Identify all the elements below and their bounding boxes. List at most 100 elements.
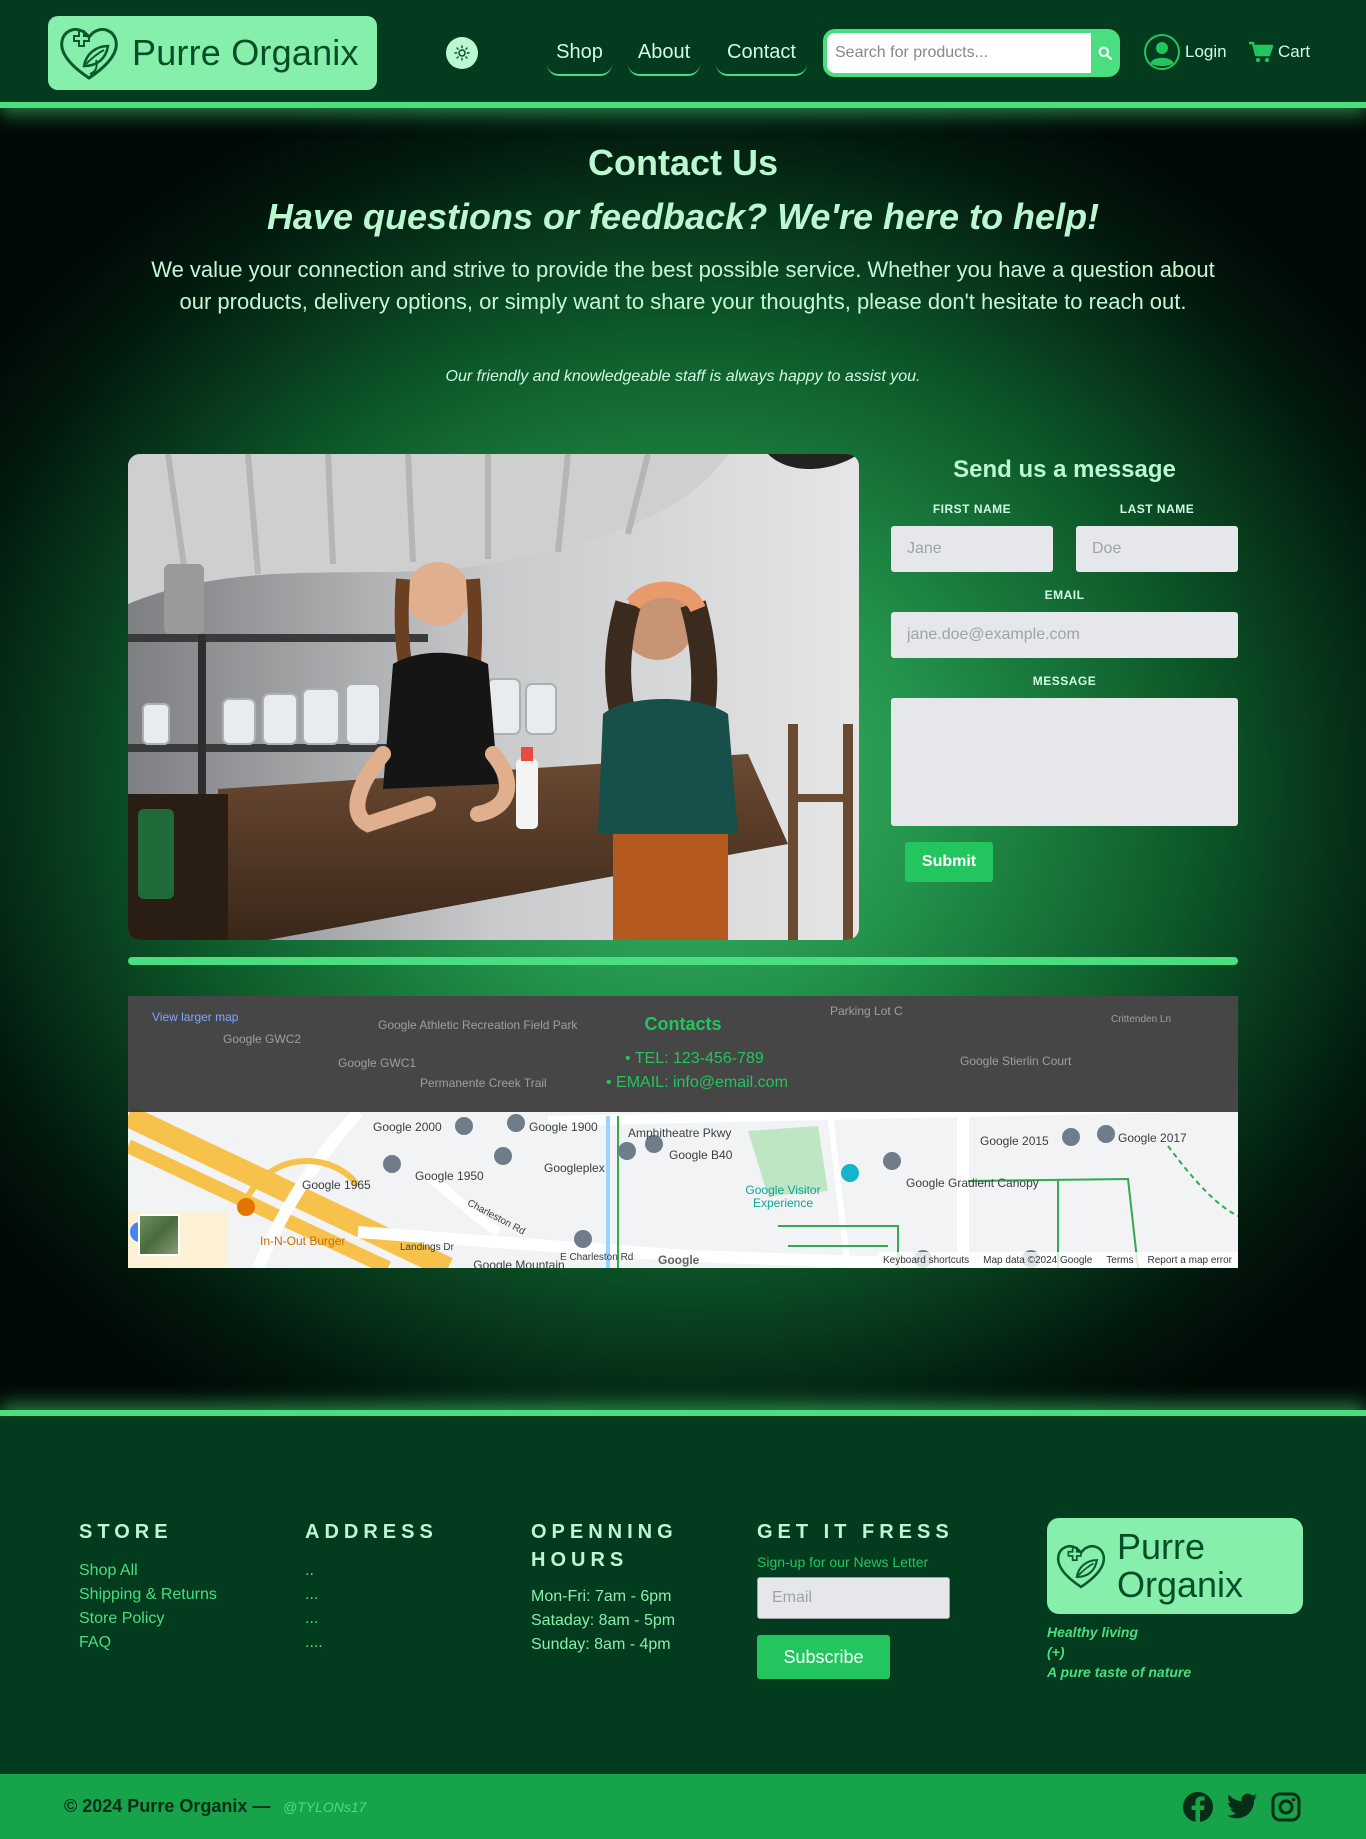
site-header: Purre Organix Shop About Contact Search … — [0, 0, 1366, 108]
map-label-amphitheatre: Amphitheatre Pkwy — [628, 1126, 732, 1140]
contact-section: Contact Us Have questions or feedback? W… — [0, 108, 1366, 1410]
cart-label: Cart — [1278, 42, 1311, 61]
nav-about[interactable]: About — [628, 34, 700, 76]
login-label: Login — [1185, 42, 1227, 61]
site-footer: STORE Shop All Shipping & Returns Store … — [0, 1410, 1366, 1774]
store-heading: STORE — [79, 1521, 173, 1543]
footer-link-faq[interactable]: FAQ — [79, 1634, 111, 1652]
map-label-google-b40: Google B40 — [669, 1148, 733, 1162]
map-data-credit: Map data ©2024 Google — [983, 1254, 1093, 1266]
copyright-bar: © 2024 Purre Organix — @TYLONs17 — [0, 1774, 1366, 1839]
search-bar — [823, 29, 1120, 77]
tagline-line-1: Healthy living — [1047, 1624, 1139, 1640]
map-label-google-2000: Google 2000 — [373, 1120, 442, 1134]
nav-shop[interactable]: Shop — [547, 34, 612, 76]
map-label-googleplex: Googleplex — [544, 1161, 605, 1175]
tagline-line-2: (+) — [1047, 1644, 1065, 1660]
google-logo: Google — [658, 1253, 700, 1267]
footer-brand-name: Purre Organix — [1117, 1526, 1244, 1605]
map-label-landings-dr: Landings Dr — [400, 1242, 454, 1253]
map-label-google-1950: Google 1950 — [415, 1169, 484, 1183]
map-contacts-title: Contacts — [644, 1014, 722, 1034]
shop-photo — [128, 454, 859, 940]
map-layer-toggle[interactable] — [138, 1214, 180, 1256]
contact-email[interactable]: • EMAIL: info@email.com — [606, 1074, 788, 1092]
map-label-permanente-creek: Permanente Creek Trail — [420, 1076, 547, 1090]
last-name-label: LAST NAME — [1119, 502, 1195, 516]
footer-link-shipping[interactable]: Shipping & Returns — [79, 1586, 217, 1604]
twitter-link[interactable] — [1226, 1791, 1258, 1823]
copyright-text: © 2024 Purre Organix — — [64, 1796, 271, 1816]
newsletter-heading: GET IT FRESS — [757, 1521, 954, 1543]
map-footer: Keyboard shortcuts Map data ©2024 Google… — [876, 1252, 1238, 1268]
submit-button[interactable]: Submit — [905, 842, 993, 882]
keyboard-shortcuts-link[interactable]: Keyboard shortcuts — [883, 1255, 969, 1266]
staff-note: Our friendly and knowledgeable staff is … — [445, 368, 921, 385]
user-circle-icon — [1144, 34, 1180, 70]
heart-leaf-icon — [1056, 1545, 1106, 1589]
hours-weekday: Mon-Fri: 7am - 6pm — [531, 1588, 672, 1605]
facebook-link[interactable] — [1182, 1791, 1214, 1823]
brand-name: Purre Organix — [132, 32, 359, 73]
twitter-icon — [1227, 1793, 1257, 1819]
terms-link[interactable]: Terms — [1106, 1255, 1133, 1266]
contact-phone-text: TEL: 123-456-789 — [634, 1050, 764, 1067]
address-heading: ADDRESS — [305, 1521, 438, 1543]
map-contacts-overlay: View larger map Google GWC2 Google GWC1 … — [128, 996, 1238, 1112]
map-label-google-2015: Google 2015 — [980, 1134, 1049, 1148]
cart-icon — [1249, 41, 1274, 62]
map-label-visitor-experience: Google Visitor Experience — [745, 1183, 821, 1210]
nav-contact[interactable]: Contact — [716, 34, 807, 76]
map-label-gwc1: Google GWC1 — [338, 1056, 417, 1070]
hours-sunday: Sunday: 8am - 4pm — [531, 1636, 671, 1653]
subscribe-button[interactable]: Subscribe — [757, 1635, 890, 1679]
instagram-link[interactable] — [1270, 1791, 1302, 1823]
footer-link-policy[interactable]: Store Policy — [79, 1610, 164, 1628]
report-error-link[interactable]: Report a map error — [1148, 1255, 1232, 1266]
footer-brand-logo[interactable]: Purre Organix — [1047, 1518, 1303, 1614]
heart-leaf-icon — [60, 27, 118, 80]
map-label-google-2017: Google 2017 — [1118, 1131, 1187, 1145]
map-label-in-n-out: In-N-Out Burger — [260, 1234, 346, 1248]
theme-toggle-button[interactable] — [446, 37, 478, 69]
map-label-gradient-canopy: Google Gradient Canopy — [906, 1176, 1039, 1190]
address-line: .. — [305, 1562, 314, 1579]
map-label-google-1965: Google 1965 — [302, 1178, 371, 1192]
sun-icon — [454, 45, 470, 61]
form-title: Send us a message — [953, 456, 1176, 483]
map-label-stierlin-court: Google Stierlin Court — [960, 1054, 1072, 1068]
hours-heading: OPENNING HOURS — [531, 1521, 678, 1571]
search-button[interactable] — [1090, 29, 1120, 77]
tagline-line-3: A pure taste of nature — [1047, 1664, 1192, 1680]
map-label-mountain-view-alta: Google Mountain View - 1098 Alta — [473, 1258, 565, 1269]
map-label-google-1900: Google 1900 — [529, 1120, 598, 1134]
search-input[interactable] — [827, 33, 1091, 73]
location-map[interactable]: Google 2000 Google 1900 Amphitheatre Pkw… — [128, 996, 1238, 1268]
intro-text: We value your connection and strive to p… — [151, 257, 1215, 314]
footer-link-shop-all[interactable]: Shop All — [79, 1562, 138, 1580]
page-title: Contact Us — [587, 142, 779, 183]
brand-logo[interactable]: Purre Organix — [48, 16, 377, 90]
first-name-field[interactable] — [891, 526, 1053, 572]
newsletter-email-input[interactable] — [757, 1577, 950, 1619]
contact-email-text: EMAIL: info@email.com — [616, 1074, 788, 1091]
message-label: MESSAGE — [1032, 674, 1097, 688]
hours-saturday: Sataday: 8am - 5pm — [531, 1612, 676, 1629]
login-link[interactable]: Login — [1143, 32, 1227, 72]
section-divider — [128, 957, 1238, 965]
author-handle[interactable]: @TYLONs17 — [283, 1799, 366, 1815]
address-line: .... — [305, 1634, 323, 1651]
search-icon — [1098, 46, 1112, 60]
newsletter-label: Sign-up for our News Letter — [757, 1554, 929, 1570]
page-subtitle: Have questions or feedback? We're here t… — [266, 196, 1100, 237]
address-line: ... — [305, 1586, 319, 1603]
instagram-icon — [1271, 1792, 1301, 1822]
first-name-label: FIRST NAME — [932, 502, 1012, 516]
email-label: EMAIL — [1044, 588, 1085, 602]
cart-link[interactable]: Cart — [1248, 38, 1310, 66]
message-field[interactable] — [891, 698, 1238, 826]
facebook-icon — [1183, 1792, 1213, 1822]
last-name-field[interactable] — [1076, 526, 1238, 572]
contact-phone[interactable]: • TEL: 123-456-789 — [625, 1050, 764, 1068]
email-field[interactable] — [891, 612, 1238, 658]
